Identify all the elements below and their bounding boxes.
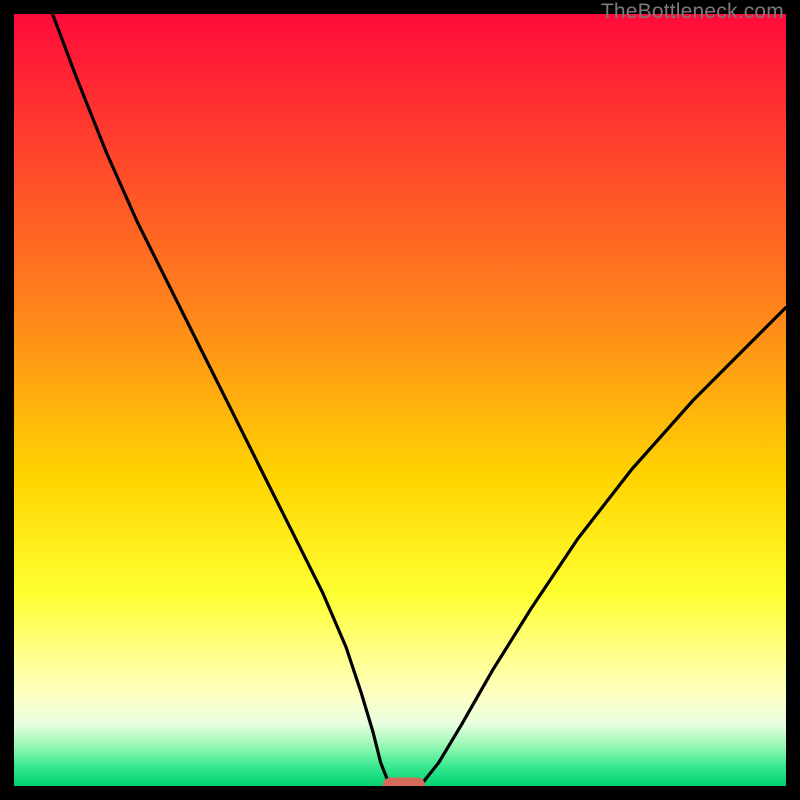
base-marker [383,778,426,787]
chart-svg [14,14,786,786]
watermark-text: TheBottleneck.com [601,0,784,24]
chart-frame [14,14,786,786]
gradient-background [14,14,786,786]
